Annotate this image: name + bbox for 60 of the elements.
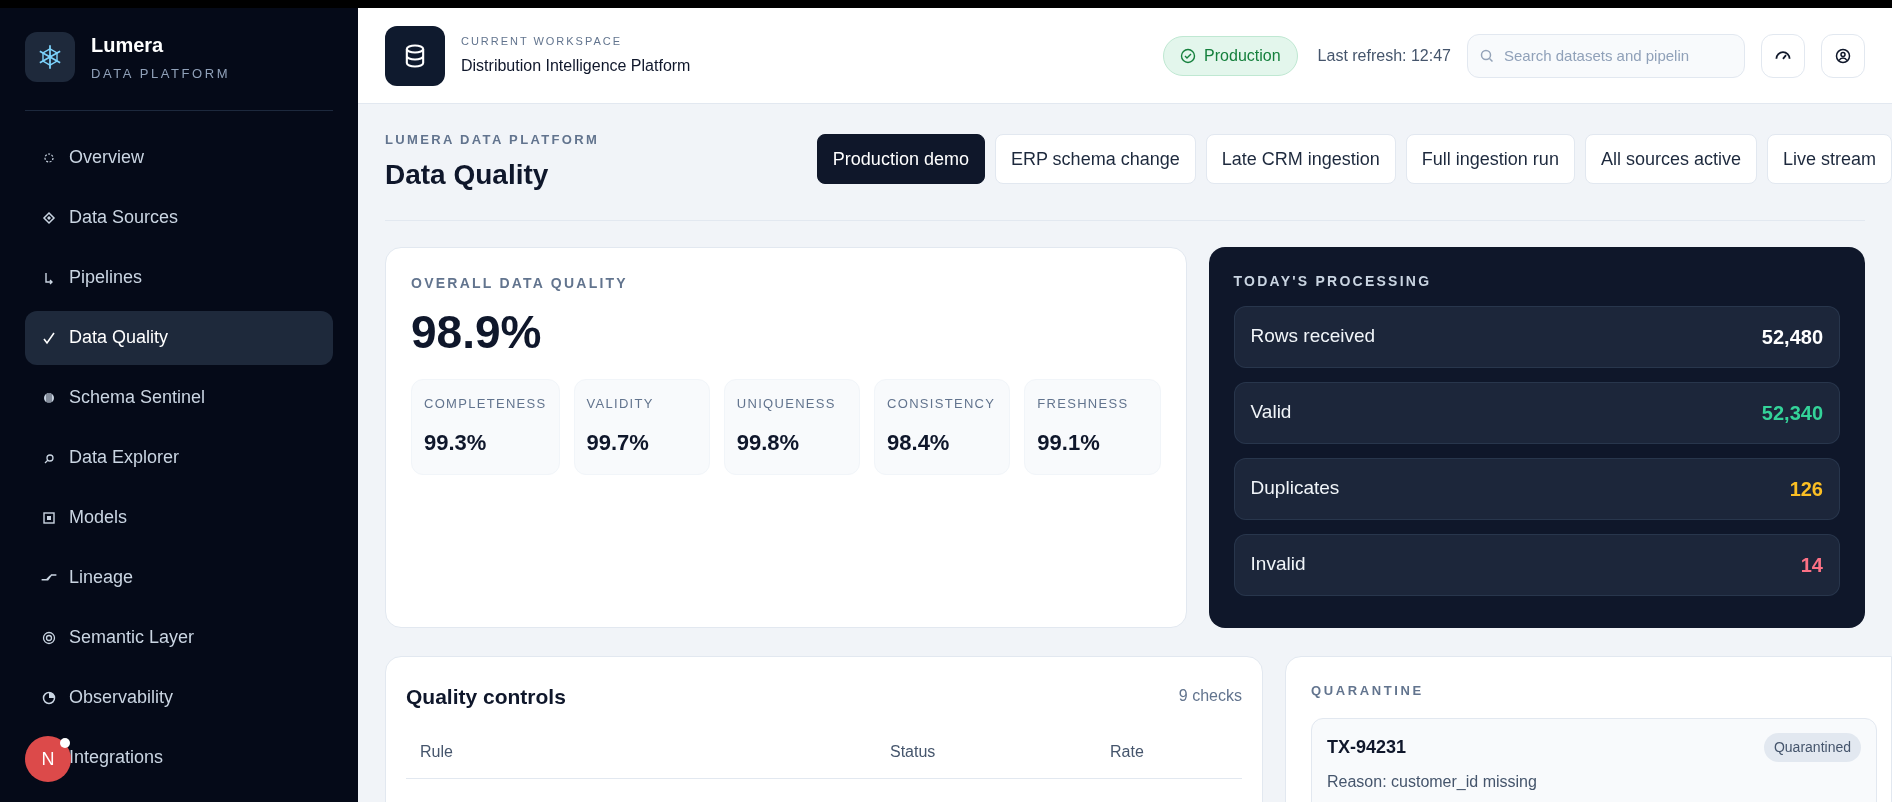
page-title: Data Quality: [385, 157, 550, 192]
square-icon: [41, 509, 57, 526]
dimension-tile: FRESHNESS 99.1%: [1024, 379, 1161, 475]
dimension-tile: CONSISTENCY 98.4%: [874, 379, 1011, 475]
last-refresh: Last refresh: 12:47: [1317, 45, 1451, 66]
nav-item[interactable]: Overview: [69, 144, 144, 171]
avatar[interactable]: N: [25, 736, 71, 782]
card-title: TODAY'S PROCESSING: [1233, 271, 1433, 291]
search-icon: [1479, 47, 1495, 64]
dimension-tile: UNIQUENESS 99.8%: [723, 379, 861, 475]
processing-row: Invalid 14: [1233, 533, 1840, 596]
card-title: OVERALL DATA QUALITY: [411, 273, 629, 293]
processing-row: Duplicates 126: [1233, 457, 1840, 520]
page-eyebrow: LUMERA DATA PLATFORM: [385, 131, 600, 149]
processing-row: Valid 52,340: [1233, 381, 1840, 444]
nav-item[interactable]: Lineage: [69, 564, 134, 591]
target-icon: [41, 629, 57, 646]
card-title: QUARANTINE: [1311, 681, 1425, 700]
brand-name: Lumera: [91, 33, 165, 58]
workspace-label: CURRENT WORKSPACE: [461, 34, 623, 50]
nav-item[interactable]: Observability: [69, 684, 174, 711]
database-icon: [385, 25, 445, 86]
scenario-tab[interactable]: Late CRM ingestion: [1205, 134, 1396, 184]
user-icon: [1835, 47, 1851, 64]
nav-item[interactable]: Integrations: [69, 744, 164, 771]
quarantine-item: TX-94231 Quarantined Reason: customer_id missing: [1311, 718, 1877, 802]
brand-subtitle: DATA PLATFORM: [91, 65, 231, 83]
logo-icon: [25, 31, 75, 82]
branch-icon: [41, 574, 57, 581]
column-header: Rate: [1110, 742, 1145, 762]
overall-score: 98.9%: [411, 304, 543, 360]
scenario-tab[interactable]: Full ingestion run: [1405, 134, 1575, 184]
nav-item[interactable]: Semantic Layer: [69, 624, 195, 651]
column-header: Status: [890, 742, 937, 762]
dimension-tile: VALIDITY 99.7%: [573, 379, 710, 475]
dimension-tile: COMPLETENESS 99.3%: [411, 379, 560, 475]
scenario-tab[interactable]: Production demo: [816, 134, 985, 184]
check-count: 9 checks: [1178, 686, 1242, 707]
scenario-tab[interactable]: ERP schema change: [994, 134, 1196, 184]
nav-item[interactable]: Schema Sentinel: [69, 384, 206, 411]
column-header: Rule: [420, 742, 454, 762]
nav-item[interactable]: Models: [69, 504, 128, 531]
gauge-button[interactable]: [1761, 33, 1805, 78]
diamond-icon: [41, 209, 57, 226]
environment-badge: Production: [1163, 35, 1298, 76]
nav-item[interactable]: Data Explorer: [69, 444, 180, 471]
card-title: Quality controls: [406, 683, 566, 710]
processing-row: Rows received 52,480: [1233, 305, 1840, 368]
scenario-tab[interactable]: All sources active: [1584, 134, 1757, 184]
nav-item[interactable]: Data Sources: [69, 204, 179, 231]
search-field[interactable]: Search datasets and pipelin: [1467, 33, 1745, 78]
workspace-name: Distribution Intelligence Platform: [461, 55, 691, 76]
nav-item[interactable]: Data Quality: [69, 324, 169, 351]
gauge-icon: [1775, 51, 1791, 60]
user-button[interactable]: [1821, 33, 1865, 78]
nav-item[interactable]: Pipelines: [69, 264, 143, 291]
check-circle-icon: [1180, 47, 1197, 64]
status-badge: Quarantined: [1763, 733, 1861, 762]
scenario-tab[interactable]: Live stream: [1766, 134, 1892, 184]
pie-icon: [41, 689, 57, 706]
